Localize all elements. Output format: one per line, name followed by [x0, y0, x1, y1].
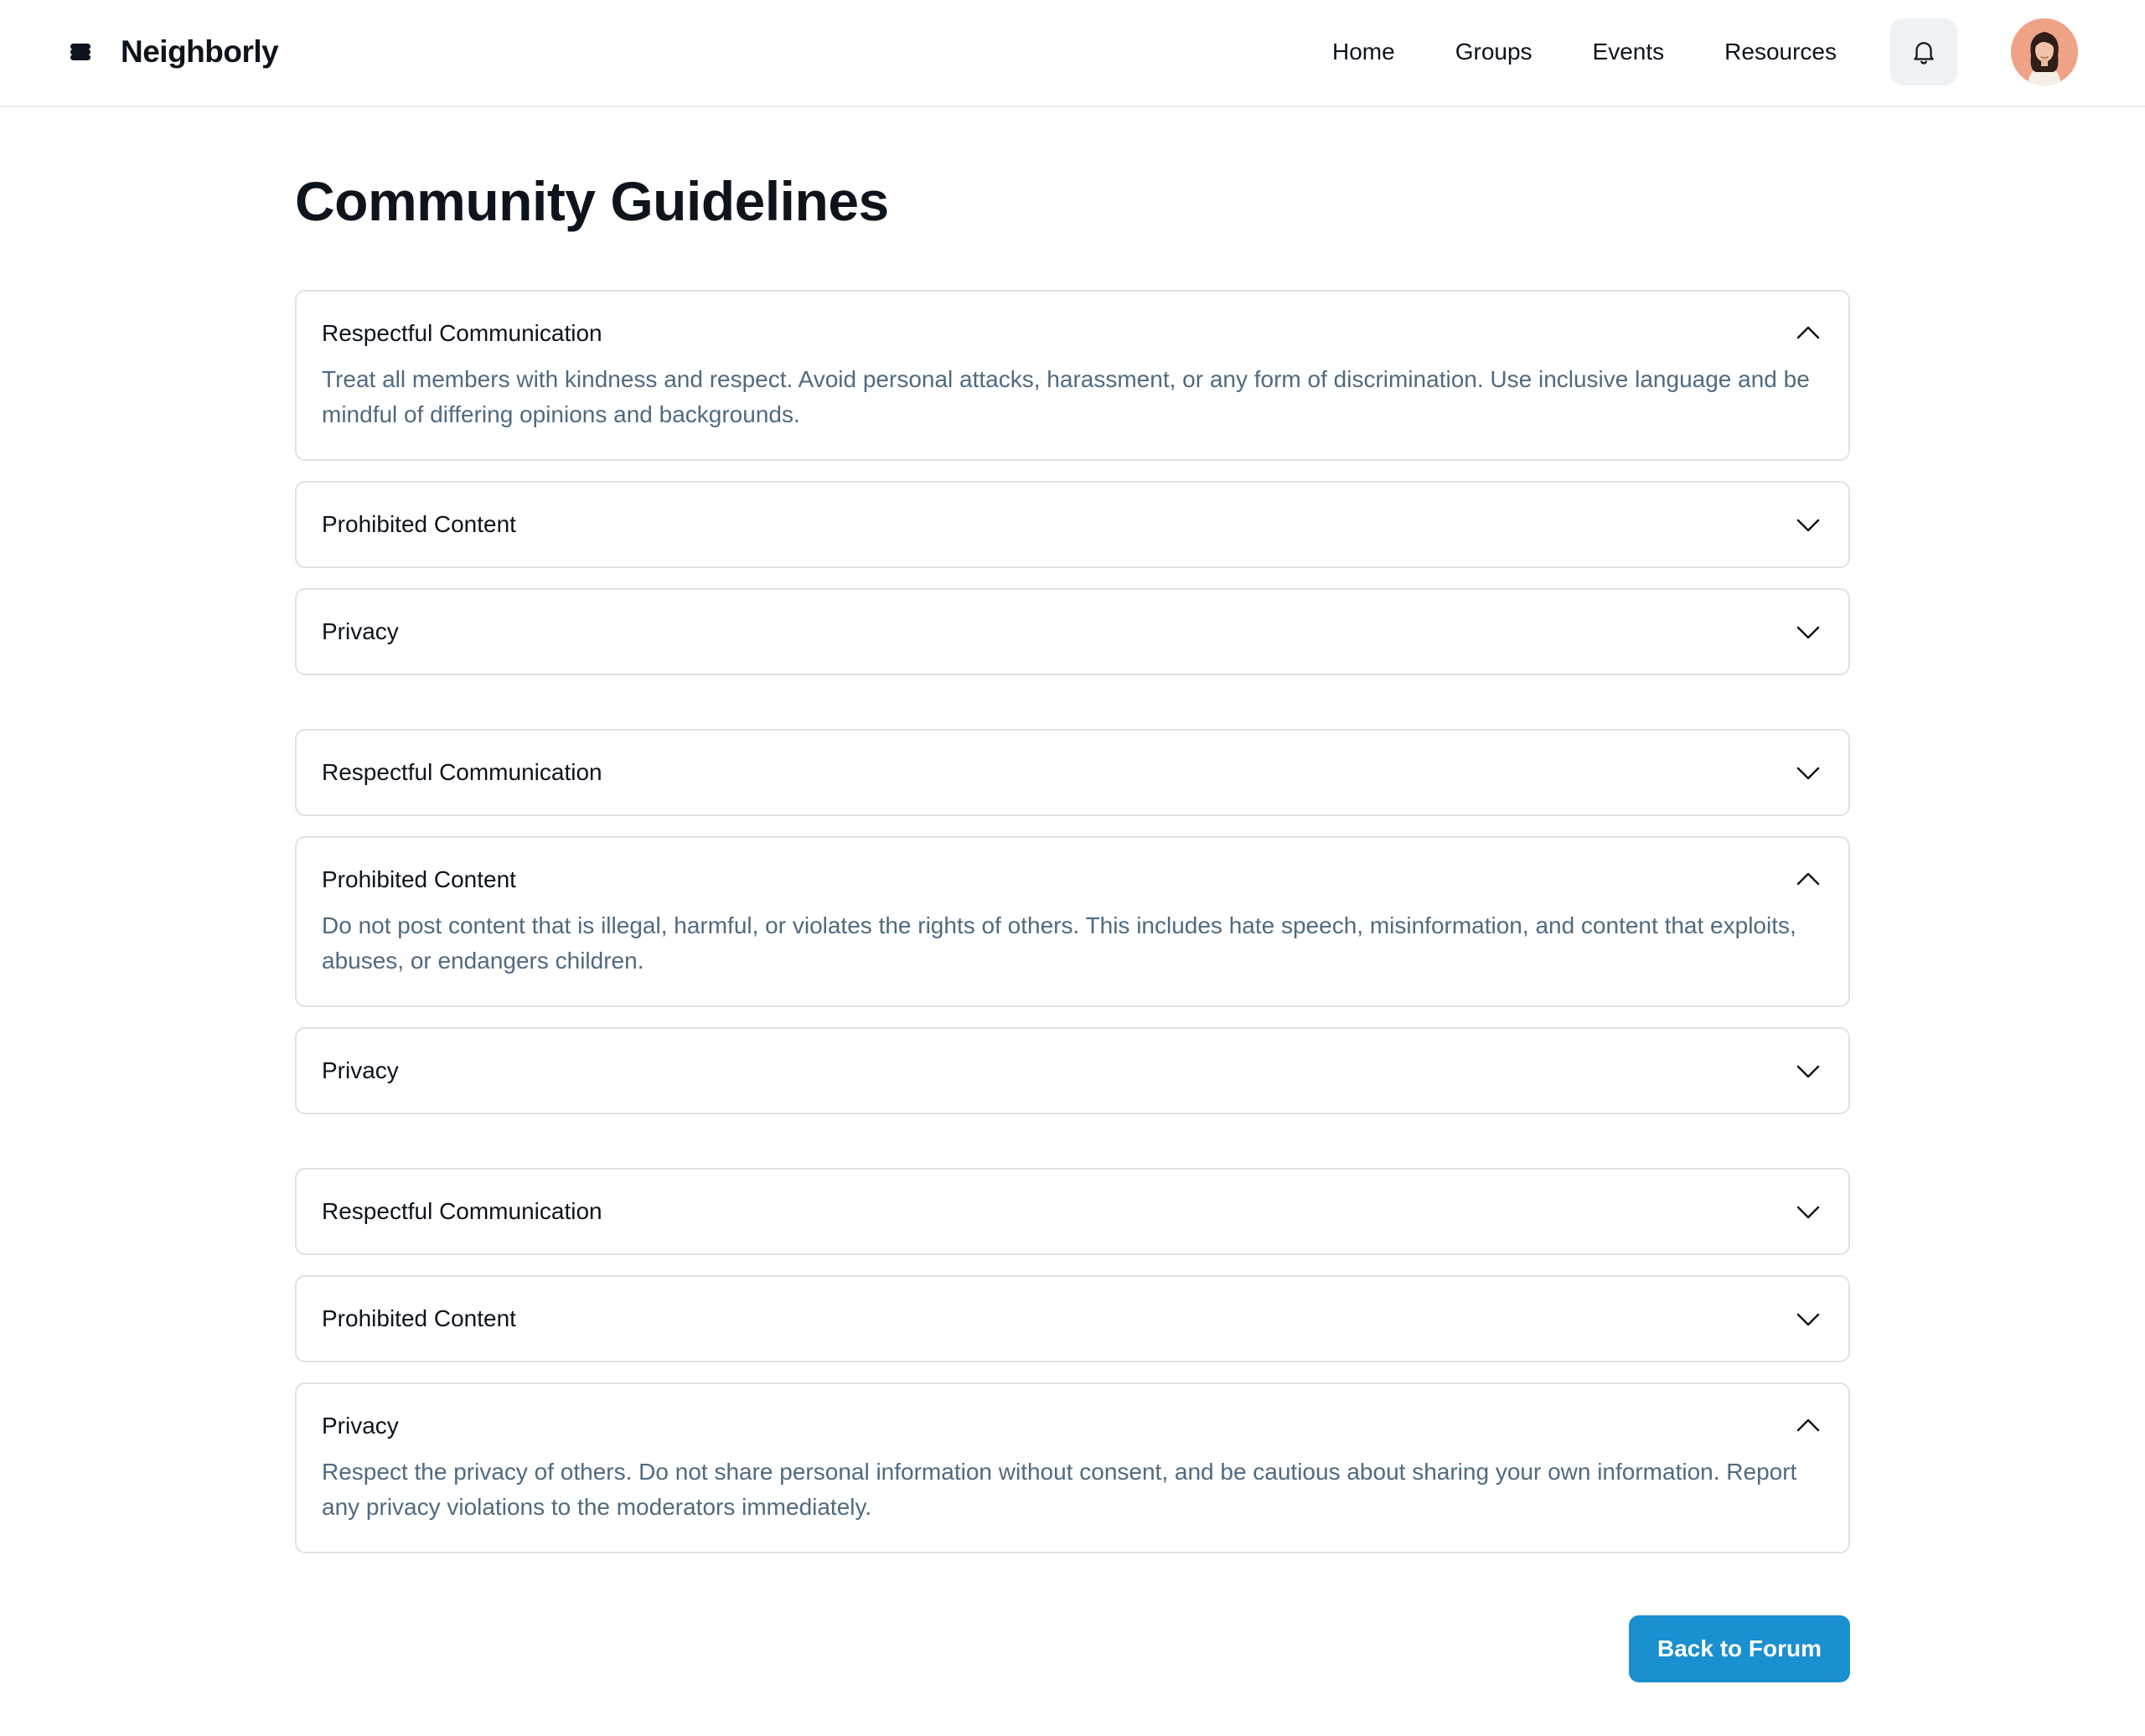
notifications-button[interactable]	[1890, 18, 1957, 85]
accordion-item: Prohibited Content Do not post content th…	[295, 836, 1850, 1007]
accordion-title: Respectful Communication	[322, 759, 602, 785]
accordion-item: Respectful Communication Treat all member…	[295, 290, 1850, 461]
accordion-item: Respectful Communication	[295, 1168, 1850, 1255]
main-nav: Home Groups Events Resources	[1332, 0, 2078, 104]
accordion-item: Privacy	[295, 1027, 1850, 1114]
chevron-down-icon[interactable]	[1795, 511, 1822, 538]
top-navigation-bar: Neighborly Home Groups Events Resources	[0, 0, 2145, 107]
accordion-item: Respectful Communication	[295, 729, 1850, 816]
accordion-title: Privacy	[322, 618, 399, 644]
guidelines-content: Community Guidelines Respectful Communic…	[295, 107, 1850, 1607]
brand-name: Neighborly	[121, 34, 279, 69]
accordion-header[interactable]: Respectful Communication	[297, 731, 1848, 814]
page-title: Community Guidelines	[295, 170, 889, 232]
nav-resources[interactable]: Resources	[1724, 39, 1837, 65]
accordion-header[interactable]: Prohibited Content	[297, 483, 1848, 566]
accordion-header[interactable]: Respectful Communication	[297, 1170, 1848, 1253]
accordion-item: Prohibited Content	[295, 481, 1850, 568]
user-avatar-image	[2011, 18, 2078, 85]
guideline-group: Respectful Communication Treat all member…	[295, 290, 1850, 675]
accordion-title: Privacy	[322, 1057, 399, 1083]
accordion-title: Prohibited Content	[322, 511, 516, 537]
accordion-item: Privacy Respect the privacy of others. Do…	[295, 1382, 1850, 1553]
avatar[interactable]	[2011, 18, 2078, 85]
chevron-up-icon[interactable]	[1795, 866, 1822, 893]
guideline-group: Respectful Communication Prohibited Conte…	[295, 729, 1850, 1114]
nav-home[interactable]: Home	[1332, 39, 1395, 65]
accordion-body: Respect the privacy of others. Do not sh…	[322, 1459, 1797, 1520]
chevron-down-icon[interactable]	[1795, 759, 1822, 786]
nav-events[interactable]: Events	[1593, 39, 1665, 65]
accordion-body: Treat all members with kindness and resp…	[322, 366, 1810, 427]
chevron-up-icon[interactable]	[1795, 320, 1822, 347]
accordion-body: Do not post content that is illegal, har…	[322, 912, 1796, 974]
nav-groups[interactable]: Groups	[1455, 39, 1533, 65]
chevron-down-icon[interactable]	[1795, 618, 1822, 645]
brand[interactable]: Neighborly	[67, 0, 279, 104]
logo-icon	[70, 44, 90, 60]
chevron-down-icon[interactable]	[1795, 1198, 1822, 1225]
guideline-groups: Respectful Communication Treat all member…	[295, 290, 1850, 1553]
accordion-title: Respectful Communication	[322, 320, 602, 346]
footer-actions: Back to Forum	[1629, 1615, 1850, 1682]
guideline-group: Respectful Communication Prohibited Conte…	[295, 1168, 1850, 1553]
chevron-up-icon[interactable]	[1795, 1413, 1822, 1439]
accordion-title: Prohibited Content	[322, 866, 516, 892]
accordion-header[interactable]: Privacy	[297, 1029, 1848, 1113]
accordion-item: Privacy	[295, 588, 1850, 675]
chevron-down-icon[interactable]	[1795, 1305, 1822, 1332]
accordion-title: Respectful Communication	[322, 1198, 602, 1224]
accordion-header[interactable]: Privacy	[297, 590, 1848, 674]
accordion-title: Privacy	[322, 1413, 399, 1439]
accordion-title: Prohibited Content	[322, 1305, 516, 1331]
accordion-header[interactable]: Prohibited Content	[297, 1277, 1848, 1361]
bell-icon	[1914, 42, 1934, 65]
accordion-item: Prohibited Content	[295, 1275, 1850, 1362]
back-to-forum-button[interactable]: Back to Forum	[1629, 1615, 1850, 1682]
chevron-down-icon[interactable]	[1795, 1057, 1822, 1084]
